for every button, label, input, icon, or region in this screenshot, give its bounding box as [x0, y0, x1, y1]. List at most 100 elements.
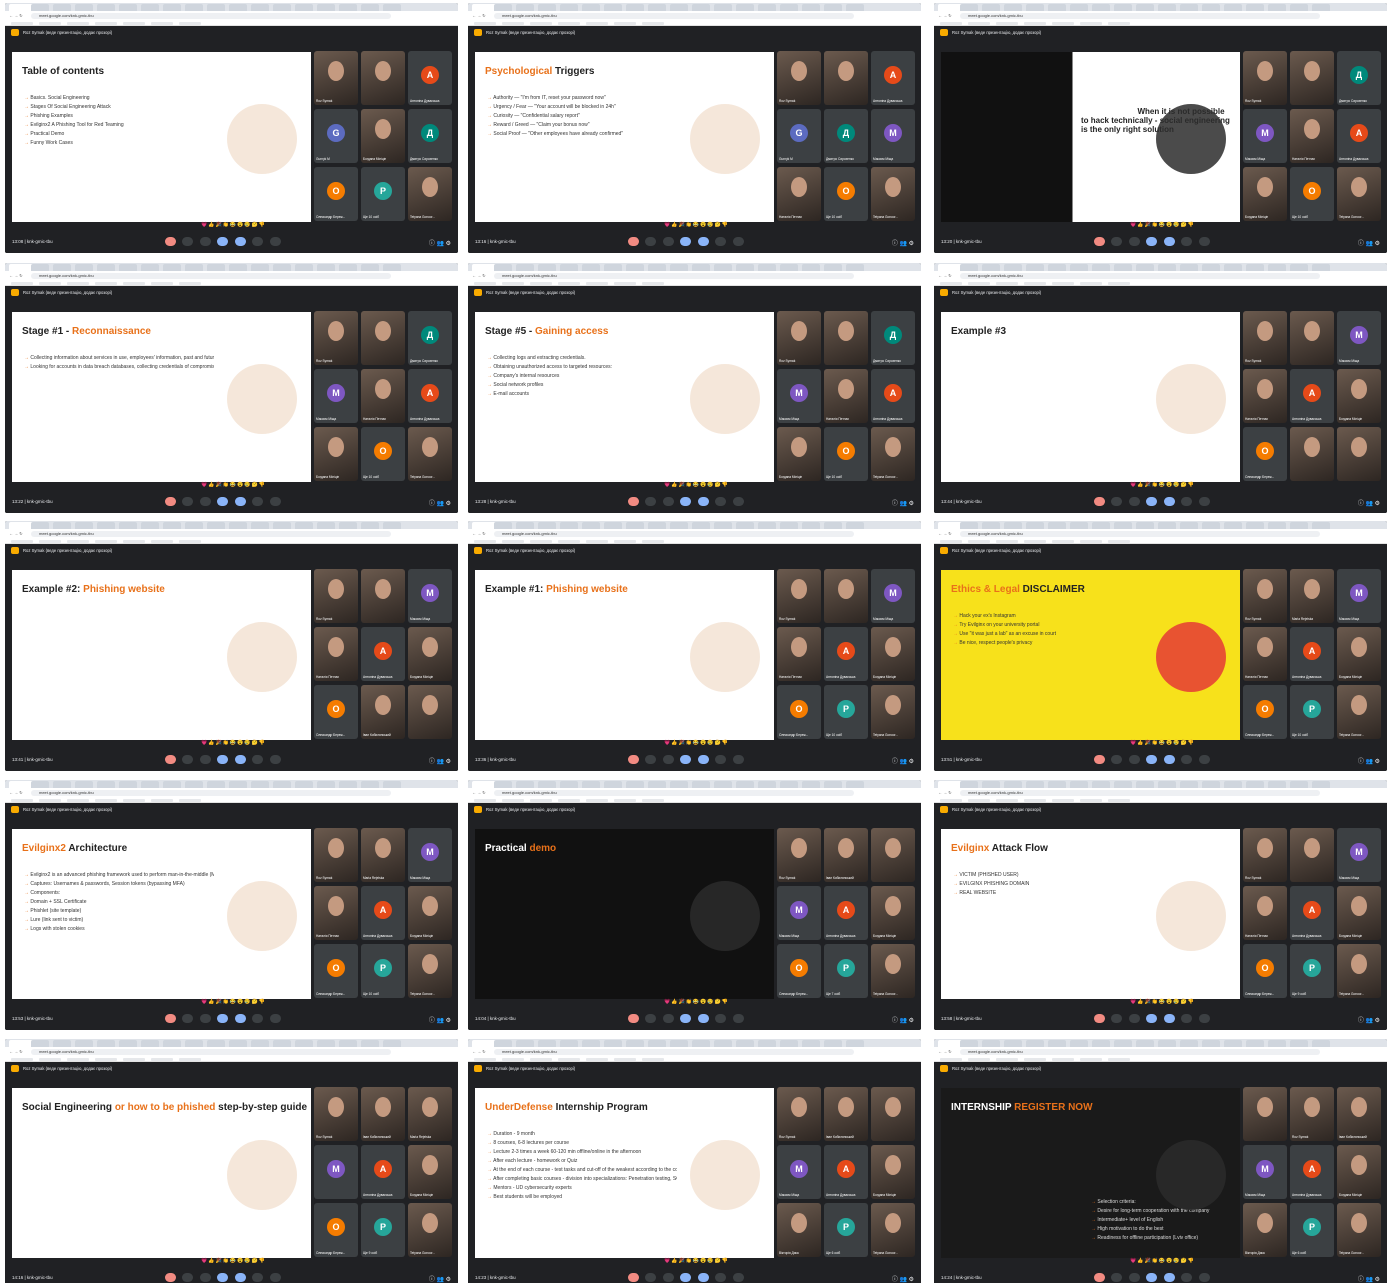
browser-tab[interactable]: [273, 1040, 291, 1047]
browser-tab[interactable]: [163, 522, 181, 529]
participant-tile[interactable]: О Олександр Береж...: [1243, 427, 1287, 481]
bookmark-item[interactable]: [940, 281, 962, 285]
browser-tab[interactable]: [1158, 781, 1176, 788]
participant-tile[interactable]: М Максим Міща: [777, 886, 821, 940]
bookmark-item[interactable]: [1108, 21, 1130, 25]
participant-tile[interactable]: А Антоніна Дуваєська: [361, 886, 405, 940]
browser-tab[interactable]: [295, 264, 313, 271]
participant-tile[interactable]: Богдана Міліцін: [871, 627, 915, 681]
participant-tile[interactable]: Богдана Міліцін: [871, 1145, 915, 1199]
browser-tab[interactable]: [846, 522, 864, 529]
mic-button[interactable]: [165, 1014, 176, 1023]
browser-tab[interactable]: [736, 781, 754, 788]
bookmark-item[interactable]: [996, 798, 1018, 802]
participant-tile[interactable]: Roz Symak: [314, 51, 358, 105]
bookmark-item[interactable]: [502, 798, 524, 802]
browser-tab[interactable]: [1312, 522, 1330, 529]
participant-tile[interactable]: [824, 51, 868, 105]
browser-tab[interactable]: [538, 781, 556, 788]
bookmark-item[interactable]: [39, 1057, 61, 1061]
participant-tile[interactable]: Roz Symak: [314, 1087, 358, 1141]
participant-tile[interactable]: М Максим Міща: [777, 1145, 821, 1199]
bookmark-item[interactable]: [502, 21, 524, 25]
browser-tab[interactable]: [317, 264, 335, 271]
browser-tab[interactable]: [185, 522, 203, 529]
participant-tile[interactable]: Tetyana Goncor...: [1337, 944, 1381, 998]
url-field[interactable]: meet.google.com/knk-gmic-tbu: [494, 12, 854, 19]
camera-button[interactable]: [1111, 1014, 1123, 1023]
reactions-bar[interactable]: 💗👍🎉👏😂😮😢🤔👎: [664, 999, 734, 1006]
participant-tile[interactable]: P Ще 10 осіб: [361, 167, 405, 221]
browser-tab[interactable]: [1202, 4, 1220, 11]
browser-tab[interactable]: [670, 1040, 688, 1047]
participant-tile[interactable]: Наталія Петлах: [361, 369, 405, 423]
bookmark-item[interactable]: [558, 539, 580, 543]
participant-tile[interactable]: [361, 311, 405, 365]
url-field[interactable]: meet.google.com/knk-gmic-tbu: [31, 272, 391, 279]
participant-tile[interactable]: [408, 685, 452, 739]
bookmark-item[interactable]: [614, 1057, 636, 1061]
browser-tab[interactable]: [1136, 781, 1154, 788]
camera-button[interactable]: [182, 1014, 194, 1023]
browser-tab[interactable]: [960, 1040, 978, 1047]
participant-tile[interactable]: Богдана Міліцін: [408, 627, 452, 681]
participant-tile[interactable]: Вікторія Дяка: [777, 1203, 821, 1257]
browser-tab[interactable]: [1004, 781, 1022, 788]
browser-tab[interactable]: [960, 781, 978, 788]
bookmark-item[interactable]: [39, 798, 61, 802]
browser-tab[interactable]: [1268, 1040, 1286, 1047]
present-button[interactable]: [234, 497, 246, 506]
more-options-button[interactable]: [269, 497, 281, 506]
browser-tab[interactable]: [736, 522, 754, 529]
browser-tab[interactable]: [1158, 4, 1176, 11]
present-button[interactable]: [1163, 755, 1175, 764]
browser-tab[interactable]: [141, 264, 159, 271]
participant-tile[interactable]: О Олександр Береж...: [1243, 944, 1287, 998]
bookmark-item[interactable]: [586, 281, 608, 285]
url-field[interactable]: meet.google.com/knk-gmic-tbu: [960, 789, 1320, 796]
url-field[interactable]: meet.google.com/knk-gmic-tbu: [494, 1048, 854, 1055]
url-field[interactable]: meet.google.com/knk-gmic-tbu: [494, 530, 854, 537]
browser-tab[interactable]: [339, 522, 357, 529]
participant-tile[interactable]: О Ще 10 осіб: [824, 427, 868, 481]
reactions-button[interactable]: [680, 1014, 692, 1023]
participant-tile[interactable]: О Олександр Береж...: [314, 1203, 358, 1257]
mic-button[interactable]: [628, 237, 639, 246]
participant-tile[interactable]: Tetyana Goncor...: [871, 1203, 915, 1257]
participant-tile[interactable]: Tetyana Goncor...: [871, 944, 915, 998]
browser-tab[interactable]: [604, 522, 622, 529]
browser-tab[interactable]: [97, 781, 115, 788]
camera-button[interactable]: [645, 497, 657, 506]
browser-tab[interactable]: [141, 781, 159, 788]
browser-tab[interactable]: [960, 522, 978, 529]
bookmark-item[interactable]: [558, 1057, 580, 1061]
browser-tab[interactable]: [824, 4, 842, 11]
reactions-button[interactable]: [680, 237, 692, 246]
browser-tab[interactable]: [982, 4, 1000, 11]
browser-tab[interactable]: [648, 4, 666, 11]
browser-tab[interactable]: [75, 781, 93, 788]
reactions-bar[interactable]: 💗👍🎉👏😂😮😢🤔👎: [664, 1258, 734, 1265]
participant-tile[interactable]: М Максим Міща: [408, 569, 452, 623]
participant-tile[interactable]: О Олександр Береж...: [777, 944, 821, 998]
reactions-button[interactable]: [1146, 1273, 1158, 1282]
mic-button[interactable]: [1094, 1273, 1105, 1282]
more-options-button[interactable]: [1198, 1273, 1210, 1282]
more-options-button[interactable]: [1198, 237, 1210, 246]
side-panel-icons[interactable]: ⓘ 👥 ⚙: [429, 1015, 451, 1024]
reactions-bar[interactable]: 💗👍🎉👏😂😮😢🤔👎: [664, 222, 734, 229]
nav-arrows-icon[interactable]: ← → ↻: [9, 790, 23, 795]
bookmark-item[interactable]: [67, 281, 89, 285]
browser-tab[interactable]: [1312, 1040, 1330, 1047]
more-options-button[interactable]: [1198, 755, 1210, 764]
browser-tab[interactable]: [1268, 781, 1286, 788]
bookmark-item[interactable]: [474, 539, 496, 543]
participant-tile[interactable]: А Антоніна Дуваєська: [361, 627, 405, 681]
more-options-button[interactable]: [269, 1273, 281, 1282]
participant-tile[interactable]: Tetyana Goncor...: [1337, 167, 1381, 221]
browser-tab[interactable]: [670, 4, 688, 11]
browser-tab[interactable]: [582, 264, 600, 271]
bookmark-item[interactable]: [151, 539, 173, 543]
participant-tile[interactable]: Tetyana Goncor...: [408, 427, 452, 481]
browser-tab[interactable]: [604, 1040, 622, 1047]
